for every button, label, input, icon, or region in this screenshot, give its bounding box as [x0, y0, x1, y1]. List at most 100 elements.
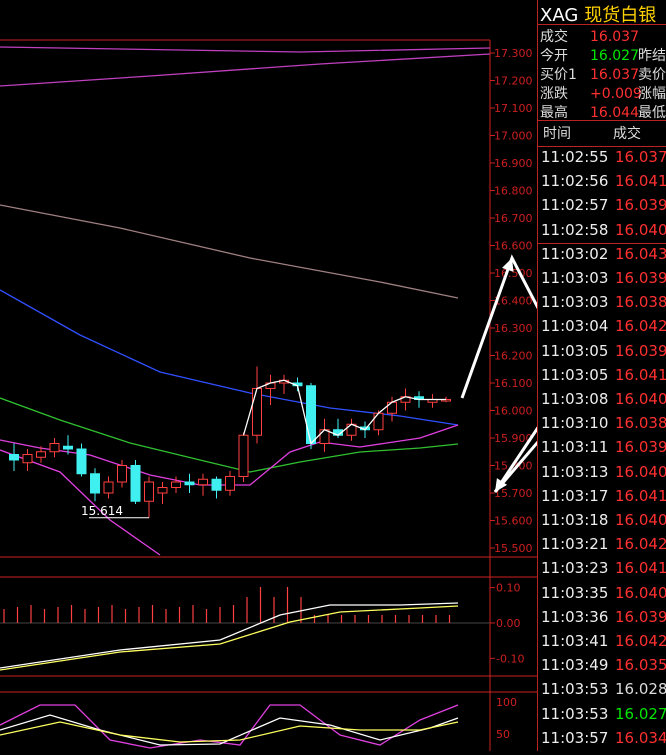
kdj-tick-label: 50: [496, 728, 510, 741]
divider: [538, 242, 666, 244]
candle-body: [238, 434, 249, 477]
tick-row[interactable]: 11:03:13 16.040: [541, 463, 666, 487]
tick-row[interactable]: 11:03:41 16.042: [541, 632, 666, 656]
price-tick-label: 15.500: [494, 542, 533, 555]
tick-row[interactable]: 11:03:03 16.039: [541, 269, 666, 293]
tick-row[interactable]: 11:03:02 16.043: [541, 245, 666, 269]
tick-header: 时间 成交: [538, 120, 666, 146]
tick-row[interactable]: 11:03:11 16.039: [541, 438, 666, 462]
tick-price: 16.039: [615, 438, 666, 457]
tick-time: 11:03:49: [541, 656, 609, 675]
tick-row[interactable]: 11:02:56 16.041: [541, 172, 666, 196]
quote-value: 16.037: [590, 67, 639, 83]
tick-row[interactable]: 11:03:17 16.041: [541, 487, 666, 511]
candlestick-chart-area[interactable]: 17.300 17.200 17.100 17.000 16.900 16.800 16.7…: [0, 0, 652, 751]
candle-body: [36, 451, 46, 458]
candle-body: [103, 481, 114, 494]
tick-time: 11:03:17: [541, 486, 609, 505]
price-tick-label: 16.200: [494, 350, 533, 363]
tick-time: 11:03:23: [541, 559, 609, 578]
tick-price: 16.039: [615, 269, 666, 287]
candle-body: [306, 385, 316, 444]
tick-row[interactable]: 11:03:36 16.039: [541, 608, 666, 632]
quote-label-secondary: 涨幅: [638, 86, 666, 102]
tick-time: 11:03:18: [541, 511, 609, 529]
tick-row[interactable]: 11:03:35 16.040: [541, 584, 666, 608]
tick-row[interactable]: 11:03:04 16.042: [541, 317, 666, 341]
candle-body: [90, 473, 100, 494]
tick-row[interactable]: 11:03:08 16.040: [541, 390, 666, 414]
quote-label: 涨跌: [540, 86, 568, 102]
price-tick-label: 16.800: [494, 185, 533, 198]
tick-price: 16.040: [615, 511, 666, 529]
tick-time: 11:02:58: [541, 220, 609, 239]
candle-body: [225, 476, 235, 491]
tick-time: 11:03:13: [541, 462, 609, 481]
tick-row[interactable]: 11:03:57 16.034: [541, 729, 666, 753]
price-chart[interactable]: 17.300 17.200 17.100 17.000 16.900 16.800 16.7…: [0, 0, 652, 751]
tick-row[interactable]: 11:03:53 16.027: [541, 705, 666, 729]
tick-price: 16.038: [615, 293, 666, 312]
quote-panel: XAG 现货白银 成交 16.037 今开 16.027昨结 买价1 16.037卖价 涨跌 +…: [537, 0, 666, 751]
price-tick-label: 17.200: [494, 75, 533, 88]
tick-price: 16.038: [615, 414, 666, 433]
price-tick-label: 16.000: [494, 405, 533, 418]
tick-row[interactable]: 11:03:10 16.038: [541, 414, 666, 438]
divider: [538, 146, 666, 147]
candle-body: [211, 478, 222, 491]
low-annotation-label: 15.614: [81, 504, 123, 518]
tick-time: 11:03:35: [541, 583, 609, 602]
tick-row[interactable]: 11:03:18 16.040: [541, 511, 666, 535]
price-tick-label: 17.300: [494, 47, 533, 60]
tick-time: 11:03:03: [541, 293, 609, 312]
tick-row[interactable]: 11:03:49 16.035: [541, 656, 666, 680]
tick-price: 16.037: [615, 148, 666, 166]
tick-time: 11:03:03: [541, 269, 609, 287]
macd-tick-label: 0.00: [496, 617, 521, 630]
candle-body: [63, 445, 73, 450]
tick-row[interactable]: 11:03:53 16.028: [541, 680, 666, 704]
quote-label-secondary: 卖价: [638, 67, 666, 83]
tick-price: 16.042: [615, 317, 666, 336]
ma-line: [0, 46, 491, 53]
tick-row[interactable]: 11:02:58 16.040: [541, 221, 666, 245]
tick-price: 16.043: [615, 244, 666, 263]
price-tick-label: 16.600: [494, 240, 533, 253]
ma-line: [0, 53, 491, 87]
tick-price: 16.028: [615, 680, 666, 699]
tick-row[interactable]: 11:02:57 16.039: [541, 196, 666, 220]
tick-time: 11:03:53: [541, 704, 609, 723]
tick-price: 16.040: [615, 462, 666, 481]
tick-time: 11:03:57: [541, 728, 609, 747]
tick-time: 11:03:05: [541, 341, 609, 360]
tick-row[interactable]: 11:03:23 16.041: [541, 559, 666, 583]
price-tick-label: 16.300: [494, 322, 533, 335]
tick-time: 11:03:10: [541, 414, 609, 433]
quote-label: 买价1: [540, 67, 577, 83]
tick-row[interactable]: 11:03:05 16.039: [541, 342, 666, 366]
quote-value: 16.037: [590, 29, 639, 45]
price-tick-label: 17.000: [494, 130, 533, 143]
tick-price: 16.041: [615, 365, 666, 384]
tick-time: 11:03:41: [541, 632, 609, 650]
kdj-tick-label: 100: [496, 696, 517, 709]
tick-time: 11:03:02: [541, 244, 609, 263]
candle-body: [319, 429, 330, 444]
price-tick-label: 16.700: [494, 212, 533, 225]
tick-row[interactable]: 11:03:03 16.038: [541, 293, 666, 317]
tick-price: 16.035: [615, 656, 666, 675]
tick-price: 16.041: [615, 559, 666, 578]
tick-row[interactable]: 11:03:05 16.041: [541, 366, 666, 390]
tick-time: 11:02:57: [541, 196, 609, 215]
candle-body: [184, 481, 195, 486]
instrument-symbol: XAG: [540, 5, 579, 26]
tick-row[interactable]: 11:03:21 16.042: [541, 535, 666, 559]
quote-label-secondary: 昨结: [638, 48, 666, 64]
macd-tick-label: -0.10: [496, 652, 524, 665]
macd-dif-line: [0, 602, 459, 669]
tick-time: 11:03:11: [541, 438, 609, 457]
candle-body: [130, 465, 141, 502]
candle-body: [157, 487, 168, 494]
quote-label: 成交: [540, 29, 568, 45]
tick-row[interactable]: 11:02:55 16.037: [541, 148, 666, 172]
